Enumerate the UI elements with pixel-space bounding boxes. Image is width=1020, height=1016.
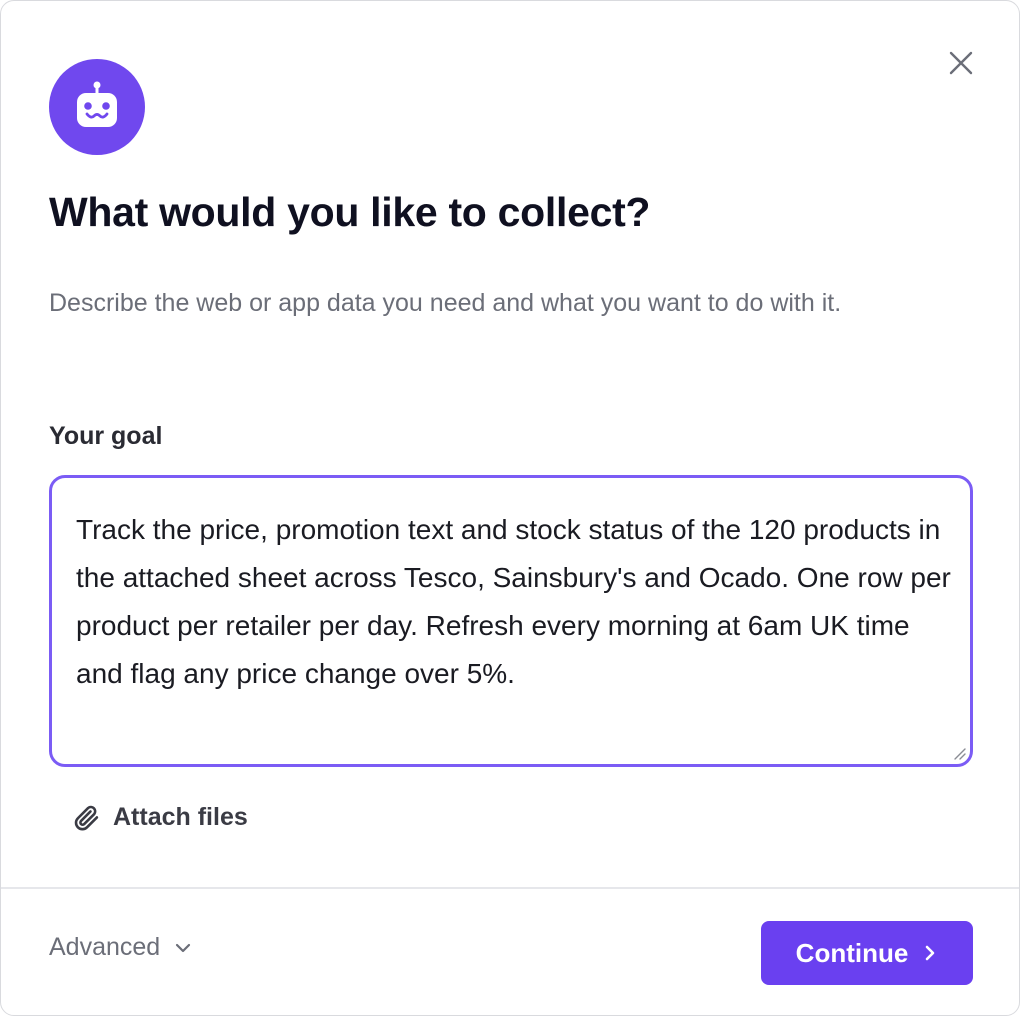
page-subtitle: Describe the web or app data you need an… (49, 289, 842, 317)
goal-text: Track the price, promotion text and stoc… (76, 514, 951, 689)
avatar (49, 59, 145, 155)
advanced-toggle[interactable]: Advanced (49, 933, 192, 962)
goal-textarea[interactable]: Track the price, promotion text and stoc… (49, 475, 973, 767)
chevron-down-icon (176, 943, 191, 952)
close-icon (949, 51, 973, 75)
attach-files-label: Attach files (113, 803, 248, 831)
footer-divider (1, 887, 1019, 889)
resize-handle-icon[interactable] (952, 746, 966, 760)
goal-label: Your goal (49, 422, 163, 450)
robot-icon (77, 81, 117, 127)
page-title: What would you like to collect? (49, 189, 651, 235)
advanced-label: Advanced (49, 933, 161, 961)
close-button[interactable] (941, 43, 981, 83)
continue-label: Continue (795, 937, 909, 968)
attach-files-button[interactable]: Attach files (73, 803, 248, 832)
continue-button[interactable]: Continue (761, 921, 973, 985)
paperclip-icon (74, 805, 99, 830)
chevron-right-icon (926, 945, 935, 961)
collect-dialog: What would you like to collect? Describe… (0, 0, 1020, 1016)
